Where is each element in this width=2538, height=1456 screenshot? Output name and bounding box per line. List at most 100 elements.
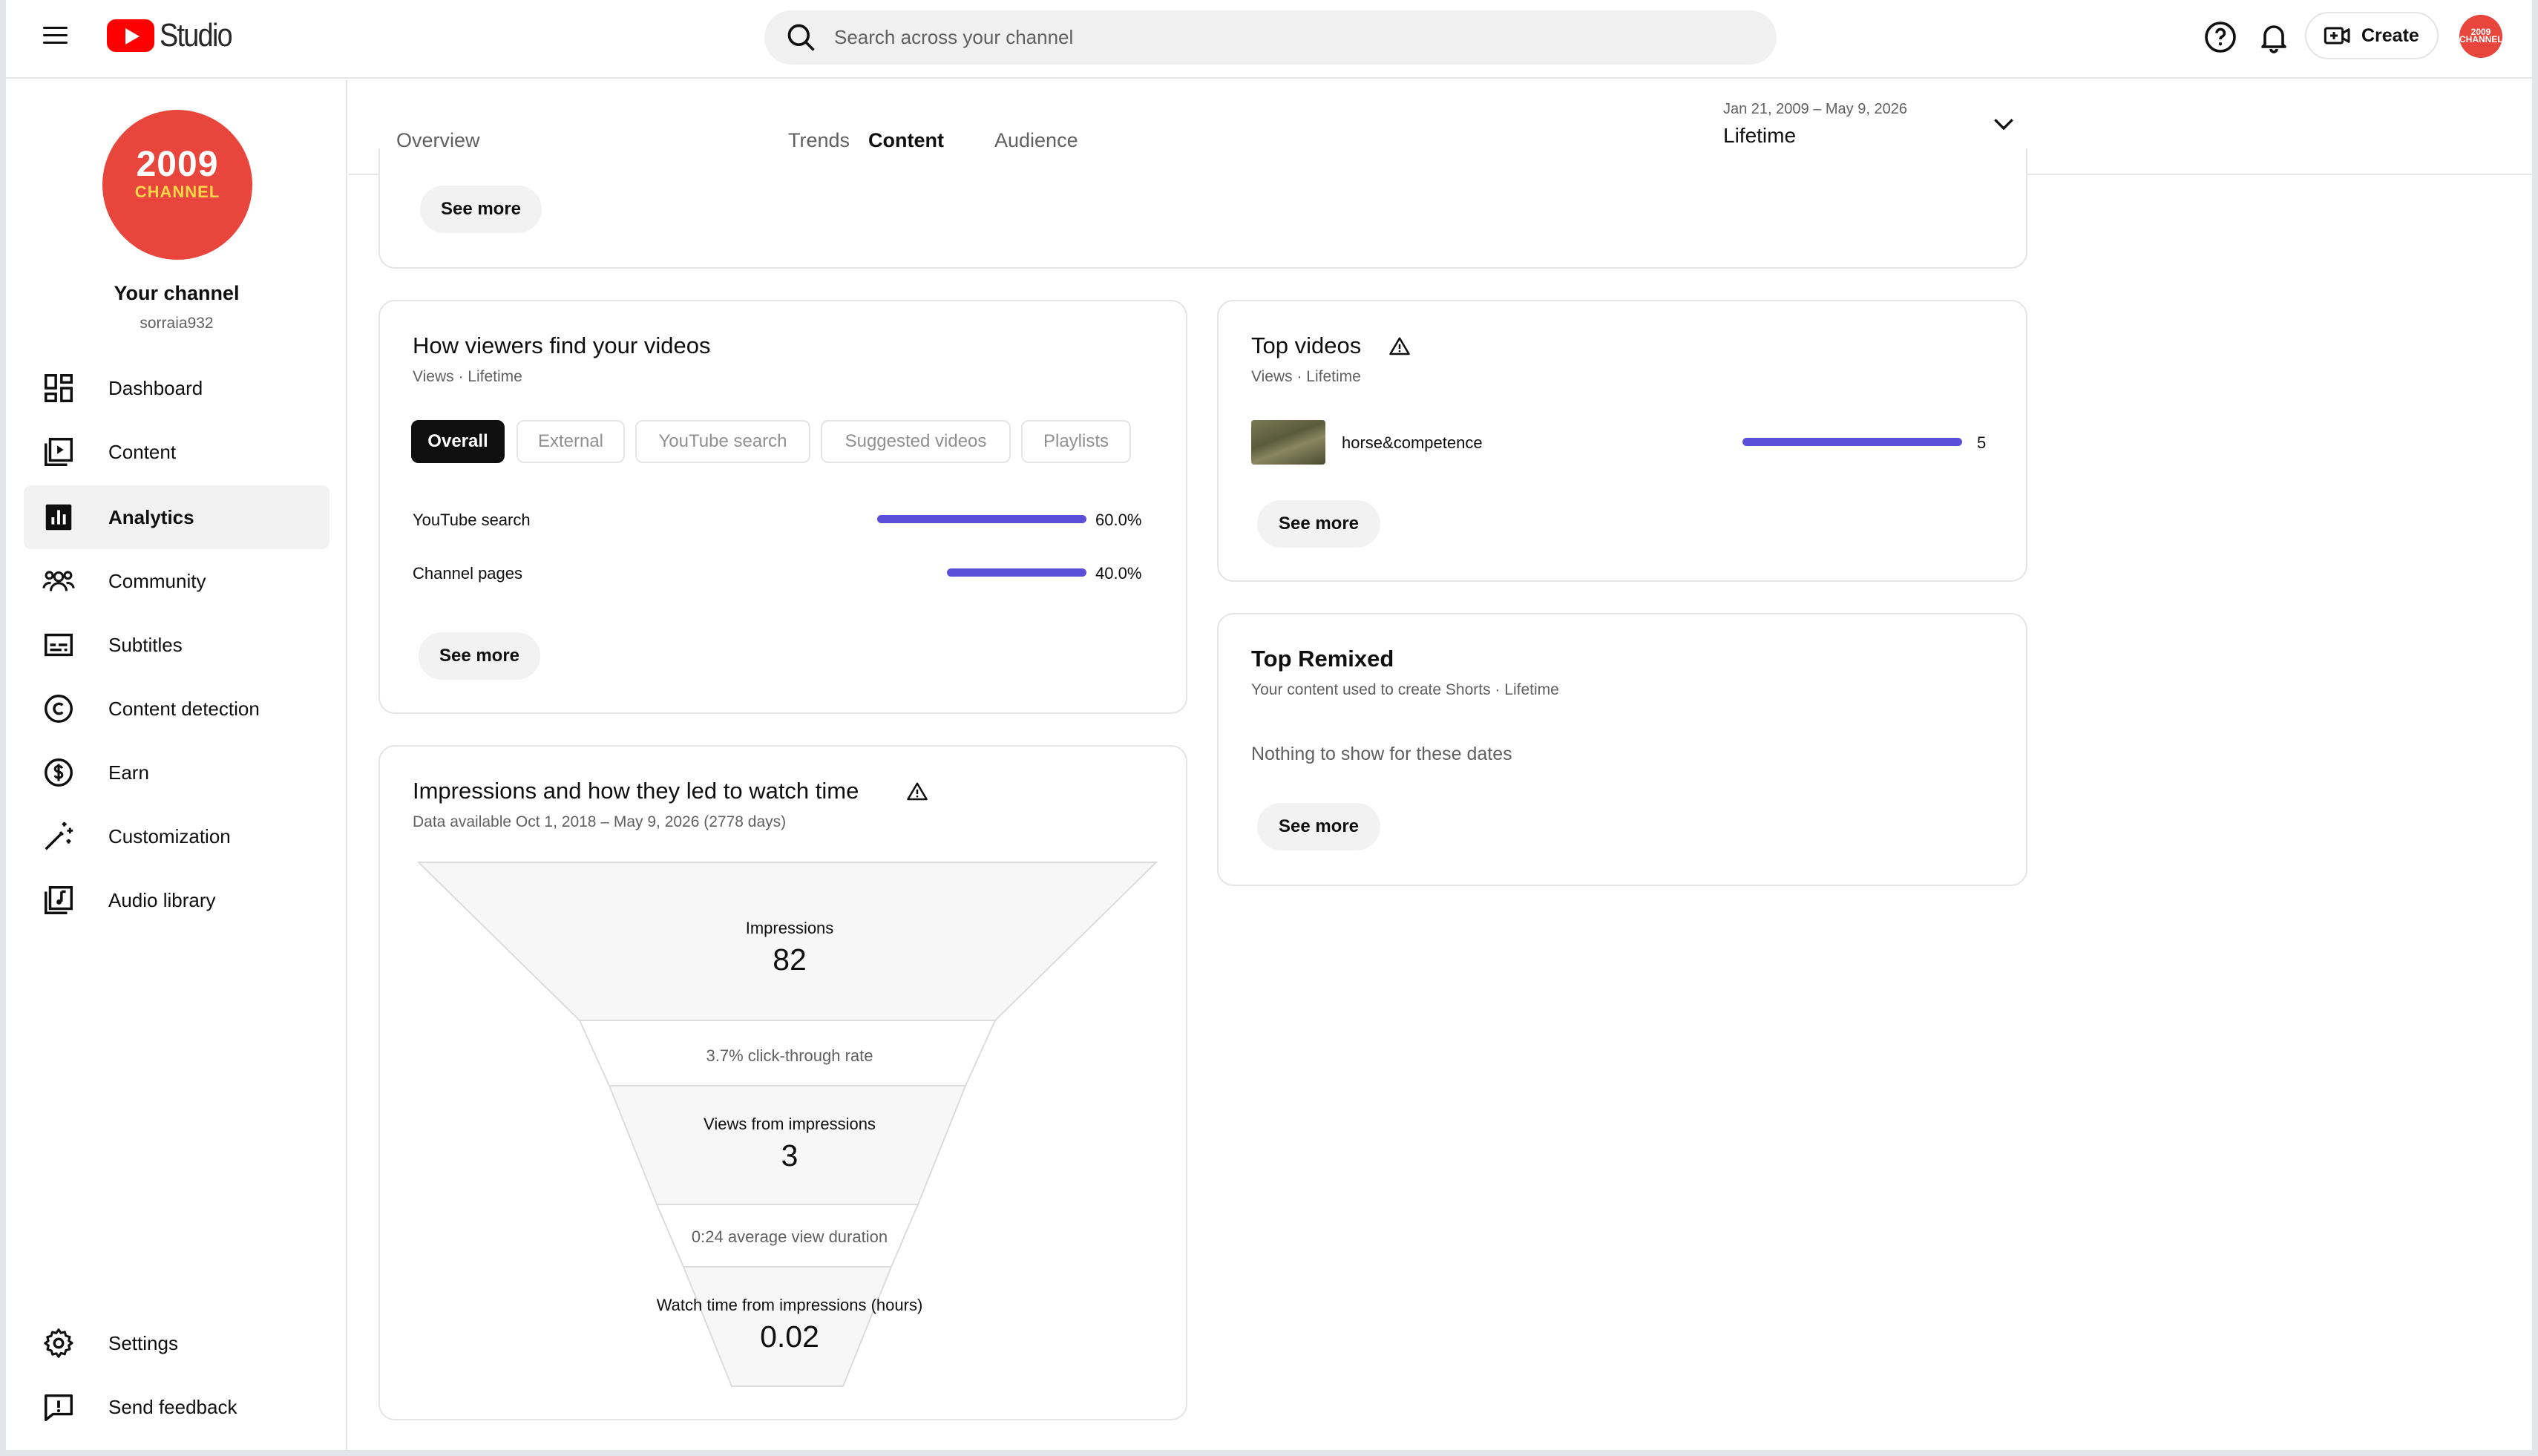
chip-youtube-search[interactable]: YouTube search (635, 420, 810, 463)
see-more-button[interactable]: See more (1257, 803, 1380, 850)
analytics-icon (45, 504, 72, 531)
menu-icon[interactable] (43, 24, 70, 50)
date-range-period: Lifetime (1723, 124, 1797, 147)
sidebar-item-label: Send feedback (108, 1395, 237, 1418)
top-videos-subtitle: Views · Lifetime (1251, 368, 1361, 385)
traffic-source-bar (877, 515, 1086, 523)
channel-avatar[interactable]: 2009 CHANNEL (102, 110, 252, 260)
top-video-views-bar (1742, 438, 1962, 446)
impressions-value: 82 (773, 942, 807, 977)
traffic-source-percent: 60.0% (1095, 511, 1142, 529)
feedback-icon (45, 1394, 73, 1421)
search-icon (787, 24, 815, 51)
see-more-button[interactable]: See more (419, 632, 540, 680)
dashboard-icon (45, 374, 73, 402)
sidebar-item-analytics[interactable]: Analytics (24, 485, 329, 549)
ctr-text: 3.7% click-through rate (706, 1046, 873, 1065)
studio-window: Studio Search across your channel Create… (6, 0, 2532, 1450)
sidebar-item-audio-library[interactable]: Audio library (24, 868, 329, 932)
sidebar-item-label: Dashboard (108, 376, 203, 399)
top-remixed-title: Top Remixed (1251, 646, 1394, 672)
create-label: Create (2361, 24, 2419, 46)
studio-logo[interactable]: Studio (107, 17, 243, 53)
chevron-down-icon[interactable] (1989, 110, 2019, 140)
impressions-label: Impressions (745, 919, 834, 937)
date-range-picker[interactable]: Jan 21, 2009 – May 9, 2026 Lifetime (1723, 101, 1907, 148)
views-value: 3 (781, 1138, 799, 1173)
sidebar-item-label: Subtitles (108, 633, 183, 656)
create-video-icon (2324, 27, 2350, 45)
see-more-button[interactable]: See more (1257, 500, 1380, 548)
chip-external[interactable]: External (517, 420, 625, 463)
channel-handle: sorraia932 (140, 315, 214, 332)
views-label: Views from impressions (704, 1115, 876, 1133)
content-icon (45, 438, 73, 466)
traffic-source-percent: 40.0% (1095, 564, 1142, 583)
search-input[interactable]: Search across your channel (764, 10, 1777, 65)
sidebar-item-label: Customization (108, 824, 231, 847)
sidebar-item-content-detection[interactable]: Content detection (24, 677, 329, 741)
traffic-source-bar (947, 568, 1086, 577)
traffic-source-label: YouTube search (413, 511, 531, 529)
search-placeholder: Search across your channel (834, 26, 1074, 48)
account-avatar[interactable]: 2009 CHANNEL (2459, 15, 2503, 58)
youtube-play-icon (107, 19, 154, 52)
video-thumbnail[interactable] (1251, 420, 1325, 465)
warning-icon[interactable] (1388, 335, 1411, 358)
community-icon (42, 571, 75, 591)
impressions-title: Impressions and how they led to watch ti… (413, 778, 859, 804)
sidebar-item-send-feedback[interactable]: Send feedback (24, 1375, 329, 1439)
how-viewers-title: How viewers find your videos (413, 332, 711, 358)
watch-time-label: Watch time from impressions (hours) (656, 1296, 923, 1314)
watch-time-stage: Watch time from impressions (hours) 0.02 (386, 1296, 1193, 1354)
chip-suggested-videos[interactable]: Suggested videos (821, 420, 1011, 463)
sidebar: 2009 CHANNEL Your channel sorraia932 Das… (6, 80, 347, 1450)
copyright-icon (45, 695, 73, 723)
empty-state-text: Nothing to show for these dates (1251, 744, 1512, 764)
account-avatar-text: 2009 CHANNEL (2459, 27, 2503, 45)
avd-text: 0:24 average view duration (691, 1227, 888, 1246)
chip-playlists[interactable]: Playlists (1021, 420, 1131, 463)
notifications-bell-icon[interactable] (2256, 19, 2292, 55)
date-range-text: Jan 21, 2009 – May 9, 2026 (1723, 101, 1907, 117)
sidebar-item-customization[interactable]: Customization (24, 804, 329, 868)
gear-icon (44, 1328, 73, 1358)
watch-time-value: 0.02 (760, 1319, 819, 1354)
sidebar-item-label: Analytics (108, 505, 194, 528)
sidebar-item-label: Content (108, 440, 177, 463)
see-more-button[interactable]: See more (420, 186, 542, 233)
chip-overall[interactable]: Overall (411, 420, 505, 463)
top-videos-title: Top videos (1251, 332, 1362, 358)
impressions-stage: Impressions 82 (386, 919, 1193, 977)
how-viewers-subtitle: Views · Lifetime (413, 368, 522, 385)
top-header: Studio Search across your channel Create… (6, 0, 2532, 79)
sidebar-item-label: Audio library (108, 888, 216, 911)
impressions-title-row: Impressions and how they led to watch ti… (413, 778, 859, 804)
views-stage: Views from impressions 3 (386, 1115, 1193, 1173)
sidebar-item-settings[interactable]: Settings (24, 1311, 329, 1375)
dollar-icon (45, 758, 73, 787)
sidebar-item-content[interactable]: Content (24, 420, 329, 484)
warning-icon[interactable] (905, 781, 929, 803)
sidebar-item-dashboard[interactable]: Dashboard (24, 356, 329, 420)
top-video-views: 5 (1977, 433, 1987, 452)
sidebar-item-label: Content detection (108, 697, 260, 720)
subtitles-icon (45, 633, 73, 657)
sidebar-item-community[interactable]: Community (24, 549, 329, 613)
channel-avatar-line1: 2009 (136, 145, 219, 184)
sidebar-item-label: Settings (108, 1331, 178, 1354)
sidebar-item-subtitles[interactable]: Subtitles (24, 613, 329, 677)
top-video-title[interactable]: horse&competence (1342, 433, 1483, 453)
sidebar-item-label: Community (108, 569, 206, 592)
sidebar-item-label: Earn (108, 761, 149, 784)
audio-library-icon (45, 886, 73, 914)
sidebar-item-earn[interactable]: Earn (24, 741, 329, 804)
magic-wand-icon (45, 822, 73, 850)
traffic-source-label: Channel pages (413, 564, 523, 583)
help-icon[interactable] (2203, 19, 2238, 55)
create-button[interactable]: Create (2305, 12, 2439, 59)
top-remixed-subtitle: Your content used to create Shorts · Lif… (1251, 681, 1559, 698)
impressions-subtitle: Data available Oct 1, 2018 – May 9, 2026… (413, 813, 787, 830)
logo-text: Studio (160, 17, 233, 53)
channel-name: Your channel (114, 282, 240, 304)
